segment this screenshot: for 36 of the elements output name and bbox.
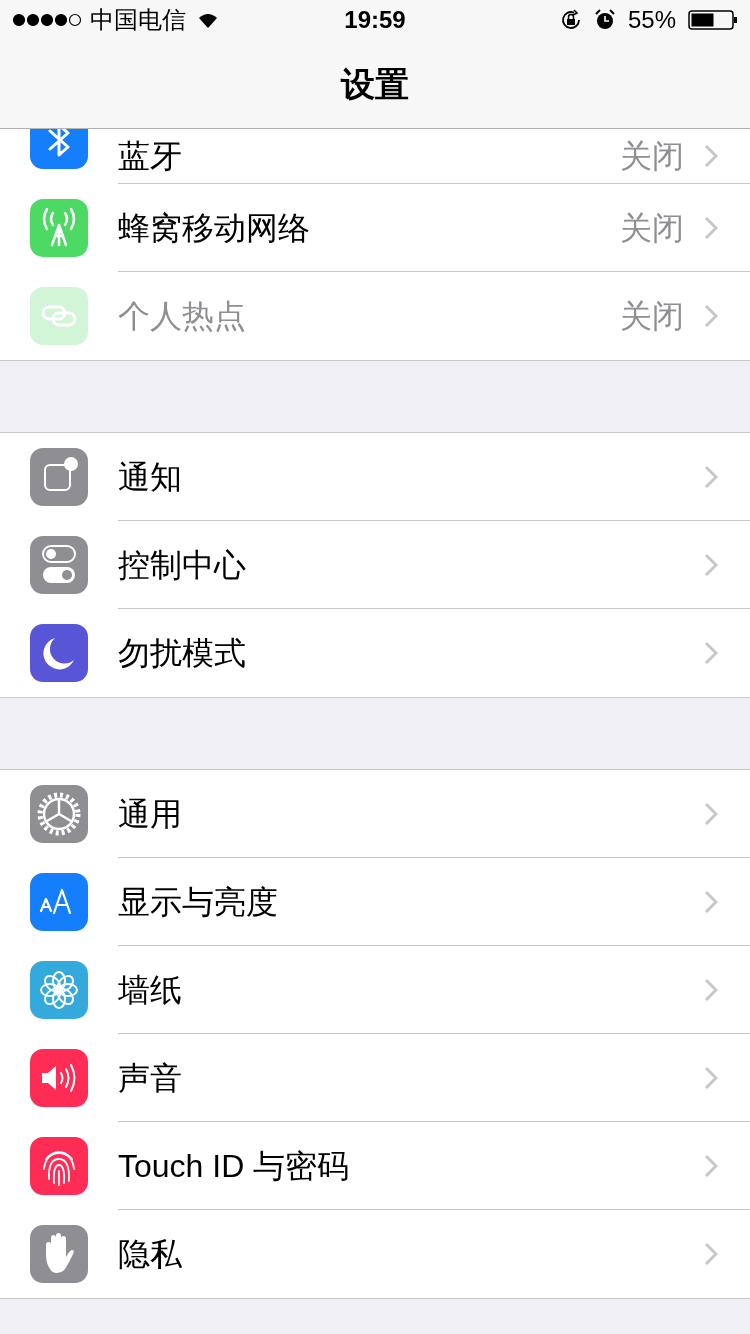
chevron-icon — [704, 304, 718, 328]
alarm-clock-icon — [593, 9, 616, 31]
setting-label: 控制中心 — [118, 545, 247, 585]
chevron-icon — [704, 144, 718, 168]
clock-time: 19:59 — [344, 5, 406, 35]
setting-label: 通用 — [118, 794, 183, 834]
setting-label: 勿扰模式 — [118, 634, 247, 673]
setting-label: 蓝牙 — [118, 137, 183, 176]
chevron-icon — [704, 1153, 718, 1178]
signal-icon — [12, 13, 82, 27]
setting-label: 声音 — [118, 1058, 183, 1098]
setting-value: 关闭 — [620, 137, 684, 176]
wifi-icon — [196, 11, 220, 29]
chevron-icon — [704, 889, 718, 914]
setting-value: 关闭 — [620, 297, 684, 336]
setting-value: 关闭 — [620, 208, 684, 248]
chevron-icon — [704, 801, 718, 826]
battery-icon — [688, 9, 738, 31]
setting-label: 墙纸 — [118, 970, 183, 1010]
carrier-name: 中国电信 — [90, 5, 186, 35]
setting-label: 蜂窝移动网络 — [118, 208, 311, 248]
setting-label: 显示与亮度 — [118, 882, 279, 922]
battery-percentage: 55% — [627, 5, 676, 35]
setting-label: Touch ID 与密码 — [118, 1146, 351, 1186]
chevron-icon — [704, 1242, 718, 1266]
chevron-icon — [704, 1065, 718, 1090]
chevron-icon — [704, 977, 718, 1002]
navigation-title: 设置 — [341, 63, 409, 105]
chevron-icon — [704, 464, 718, 489]
chevron-icon — [704, 552, 718, 577]
chevron-icon — [704, 215, 718, 240]
setting-label: 隐私 — [118, 1235, 183, 1274]
setting-label: 通知 — [118, 457, 183, 497]
setting-label: 个人热点 — [118, 297, 247, 336]
chevron-icon — [704, 641, 718, 665]
rotation-lock-icon — [559, 9, 582, 31]
